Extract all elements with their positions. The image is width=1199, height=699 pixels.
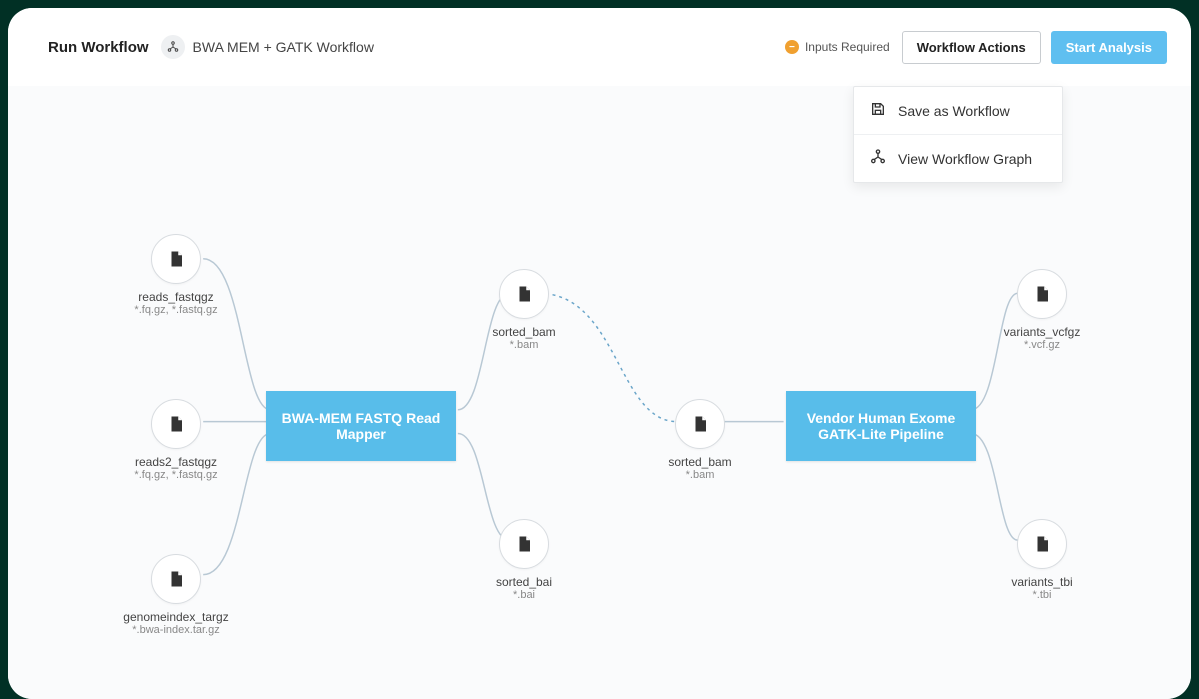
- save-icon: [870, 101, 888, 120]
- node-label: variants_vcfgz: [1004, 325, 1081, 339]
- status-badge: − Inputs Required: [785, 40, 890, 54]
- node-ext: *.bam: [686, 469, 715, 481]
- node-ext: *.fq.gz, *.fastq.gz: [134, 469, 217, 481]
- node-label: variants_tbi: [1011, 575, 1072, 589]
- node-variants-tbi[interactable]: variants_tbi *.tbi: [982, 519, 1102, 601]
- file-icon: [151, 234, 201, 284]
- node-ext: *.fq.gz, *.fastq.gz: [134, 304, 217, 316]
- workflow-name: BWA MEM + GATK Workflow: [193, 39, 374, 55]
- node-label: sorted_bam: [492, 325, 555, 339]
- node-ext: *.vcf.gz: [1024, 339, 1060, 351]
- node-label: sorted_bai: [496, 575, 552, 589]
- node-label: reads_fastqgz: [138, 290, 213, 304]
- node-variants-vcfgz[interactable]: variants_vcfgz *.vcf.gz: [982, 269, 1102, 351]
- node-ext: *.bam: [510, 339, 539, 351]
- proc-label: BWA-MEM FASTQ Read Mapper: [274, 410, 448, 442]
- menu-view-graph[interactable]: View Workflow Graph: [854, 135, 1062, 182]
- node-reads-fastqgz[interactable]: reads_fastqgz *.fq.gz, *.fastq.gz: [116, 234, 236, 316]
- workflow-icon: [161, 35, 185, 59]
- node-genomeindex-targz[interactable]: genomeindex_targz *.bwa-index.tar.gz: [116, 554, 236, 636]
- workflow-actions-button[interactable]: Workflow Actions: [902, 31, 1041, 64]
- workflow-actions-menu: Save as Workflow View Workflow Graph: [853, 86, 1063, 183]
- node-sorted-bam-in[interactable]: sorted_bam *.bam: [640, 399, 760, 481]
- page-title: Run Workflow: [48, 39, 149, 56]
- menu-save-workflow[interactable]: Save as Workflow: [854, 87, 1062, 135]
- proc-label: Vendor Human Exome GATK-Lite Pipeline: [794, 410, 968, 442]
- file-icon: [1017, 269, 1067, 319]
- node-gatk-pipeline[interactable]: Vendor Human Exome GATK-Lite Pipeline: [786, 391, 976, 461]
- node-label: genomeindex_targz: [123, 610, 228, 624]
- file-icon: [499, 519, 549, 569]
- menu-label: View Workflow Graph: [898, 151, 1032, 167]
- node-label: sorted_bam: [668, 455, 731, 469]
- file-icon: [151, 399, 201, 449]
- node-sorted-bai[interactable]: sorted_bai *.bai: [464, 519, 584, 601]
- header: Run Workflow BWA MEM + GATK Workflow − I…: [8, 8, 1191, 86]
- file-icon: [499, 269, 549, 319]
- node-ext: *.bwa-index.tar.gz: [132, 624, 219, 636]
- workflow-graph-icon: [870, 149, 888, 168]
- node-sorted-bam-out[interactable]: sorted_bam *.bam: [464, 269, 584, 351]
- app-frame: Run Workflow BWA MEM + GATK Workflow − I…: [8, 8, 1191, 699]
- status-text: Inputs Required: [805, 40, 890, 54]
- node-reads2-fastqgz[interactable]: reads2_fastqgz *.fq.gz, *.fastq.gz: [116, 399, 236, 481]
- warning-icon: −: [785, 40, 799, 54]
- node-bwa-mem-mapper[interactable]: BWA-MEM FASTQ Read Mapper: [266, 391, 456, 461]
- node-ext: *.tbi: [1033, 589, 1052, 601]
- start-analysis-button[interactable]: Start Analysis: [1051, 31, 1167, 64]
- file-icon: [151, 554, 201, 604]
- node-label: reads2_fastqgz: [135, 455, 217, 469]
- file-icon: [1017, 519, 1067, 569]
- menu-label: Save as Workflow: [898, 103, 1010, 119]
- file-icon: [675, 399, 725, 449]
- node-ext: *.bai: [513, 589, 535, 601]
